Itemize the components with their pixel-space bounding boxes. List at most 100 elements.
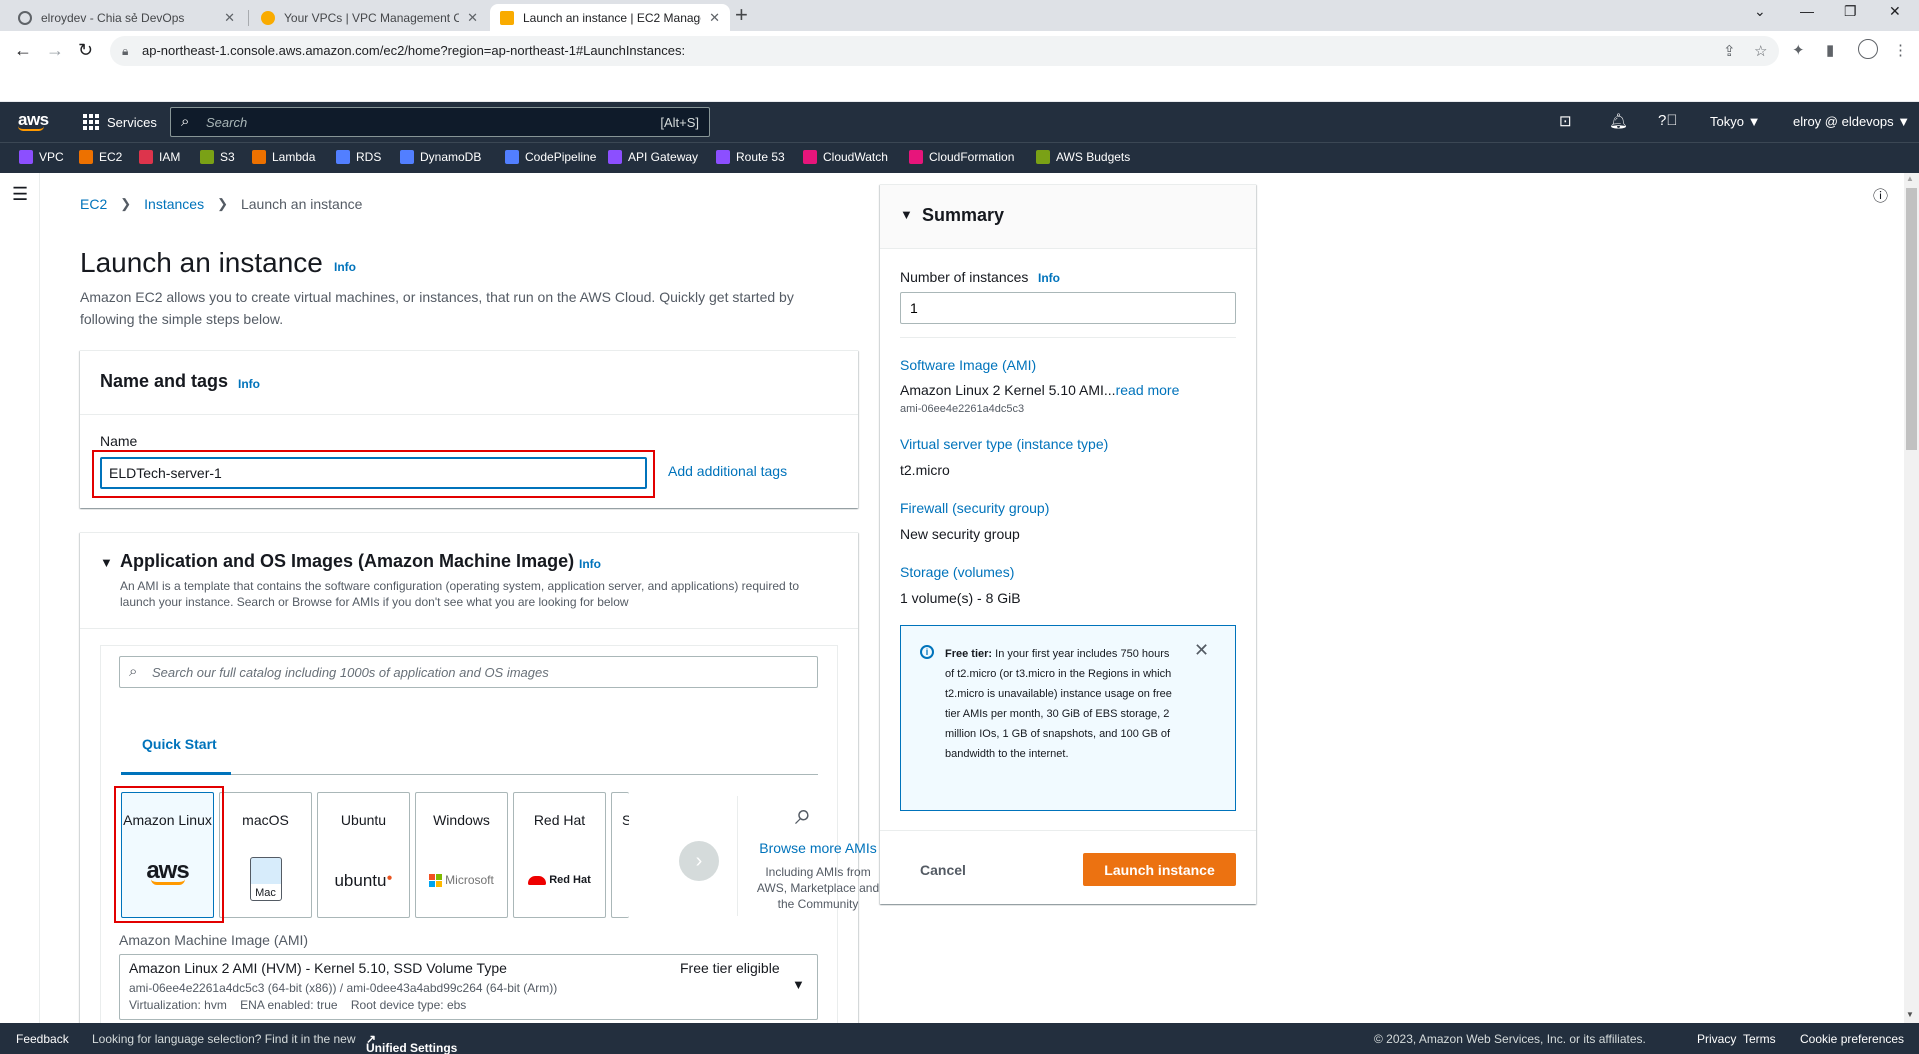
cookie-preferences-link[interactable]: Cookie preferences [1800,1032,1904,1046]
info-panel-icon[interactable]: ⓘ [1873,185,1888,206]
favorite-label: Lambda [272,150,316,164]
favorite-label: VPC [39,150,64,164]
scrollbar-thumb[interactable] [1906,188,1917,450]
ami-info-link[interactable]: Info [579,557,601,571]
chevron-right-icon[interactable]: › [679,841,719,881]
browse-more-amis-link[interactable]: Browse more AMIs [753,840,883,856]
breadcrumb-instances[interactable]: Instances [144,196,204,212]
mac-finder-icon: Mac [220,857,311,901]
favorite-codepipeline[interactable]: CodePipeline [505,150,596,164]
favorite-ec2[interactable]: EC2 [79,150,122,164]
ami-tile-macos[interactable]: macOS Mac [219,792,312,918]
account-menu[interactable]: elroy @ eldevops ▼ [1793,114,1910,129]
firewall-link[interactable]: Firewall (security group) [900,500,1049,516]
favorite-route-53[interactable]: Route 53 [716,150,785,164]
address-bar[interactable]: 🔒︎ ap-northeast-1.console.aws.amazon.com… [110,36,1779,66]
tab-quick-start[interactable]: Quick Start [142,736,217,752]
ami-tile-windows[interactable]: Windows Microsoft [415,792,508,918]
summary-header: ▼ Summary [880,185,1256,249]
panel-header: ▼ Application and OS Images (Amazon Mach… [80,533,858,629]
scroll-up-arrow-icon[interactable]: ▲ [1906,174,1914,183]
ami-selector-area: ⌕ Search our full catalog including 1000… [100,645,879,1045]
site-favicon-icon [18,10,32,25]
extensions-icon[interactable]: ✦ [1792,41,1805,59]
forward-icon[interactable]: → [46,40,64,61]
favorite-vpc[interactable]: VPC [19,150,64,164]
region-selector[interactable]: Tokyo ▼ [1710,114,1760,129]
search-icon: ⌕ [129,663,138,680]
close-tab-icon[interactable]: ✕ [709,10,720,26]
lock-icon[interactable]: 🔒︎ [122,44,128,59]
cloudshell-icon[interactable]: ⊡ [1559,112,1572,130]
sidepanel-icon[interactable]: ▮ [1826,41,1834,59]
service-icon [252,150,266,164]
favorite-lambda[interactable]: Lambda [252,150,315,164]
launch-instance-button[interactable]: Launch instance [1083,853,1236,886]
favorite-cloudformation[interactable]: CloudFormation [909,150,1014,164]
browser-tab[interactable]: elroydev - Chia sẻ DevOps ✕ [8,4,245,31]
instances-info-link[interactable]: Info [1038,271,1060,285]
console-search-input[interactable]: ⌕ Search [Alt+S] [170,107,710,137]
help-icon[interactable]: ?⃝ [1658,112,1678,129]
add-additional-tags-link[interactable]: Add additional tags [668,463,787,479]
read-more-link[interactable]: read more [1116,382,1180,398]
ami-tile-red-hat[interactable]: Red Hat Red Hat [513,792,606,918]
name-tags-info-link[interactable]: Info [238,377,260,391]
ami-tile-ubuntu[interactable]: Ubuntu ubuntu● [317,792,410,918]
favorite-api-gateway[interactable]: API Gateway [608,150,698,164]
panel-header: Name and tags Info [80,351,858,415]
browser-tab-active[interactable]: Launch an instance | EC2 Manage ✕ [490,4,730,31]
close-icon[interactable]: ✕ [1194,640,1209,661]
back-icon[interactable]: ← [14,40,32,61]
favorite-rds[interactable]: RDS [336,150,381,164]
unified-settings-link[interactable]: Unified Settings ↗ [366,1032,457,1054]
favorite-aws-budgets[interactable]: AWS Budgets [1036,150,1130,164]
aws-logo[interactable]: aws [18,110,49,131]
favorite-iam[interactable]: IAM [139,150,180,164]
console-footer: Feedback Looking for language selection?… [0,1023,1919,1054]
maximize-icon[interactable]: ❐ [1844,3,1857,20]
favorite-dynamodb[interactable]: DynamoDB [400,150,481,164]
tab-search-icon[interactable]: ⌄ [1754,3,1766,20]
firewall-value: New security group [900,526,1020,542]
terms-link[interactable]: Terms [1743,1032,1776,1046]
privacy-link[interactable]: Privacy [1697,1032,1736,1046]
ami-search-input[interactable]: ⌕ Search our full catalog including 1000… [119,656,818,688]
favorite-label: Route 53 [736,150,785,164]
scroll-down-arrow-icon[interactable]: ▼ [1906,1010,1914,1019]
browser-tab[interactable]: Your VPCs | VPC Management Co ✕ [251,4,488,31]
breadcrumb-ec2[interactable]: EC2 [80,196,107,212]
close-tab-icon[interactable]: ✕ [467,10,478,26]
software-image-link[interactable]: Software Image (AMI) [900,357,1036,373]
ami-tile-partial[interactable]: S [611,792,629,918]
storage-link[interactable]: Storage (volumes) [900,564,1014,580]
site-favicon-icon [500,10,514,25]
close-window-icon[interactable]: ✕ [1889,3,1901,20]
aws-top-nav: aws Services ⌕ Search [Alt+S] ⊡ 🔔︎ ?⃝ To… [0,102,1919,142]
new-tab-icon[interactable]: + [735,2,748,28]
collapse-caret-icon[interactable]: ▼ [100,555,113,570]
bookmark-star-icon[interactable]: ☆ [1754,42,1767,60]
favorite-s3[interactable]: S3 [200,150,235,164]
ami-select-dropdown[interactable]: Amazon Linux 2 AMI (HVM) - Kernel 5.10, … [119,954,818,1020]
close-tab-icon[interactable]: ✕ [224,10,235,26]
minimize-icon[interactable]: — [1800,3,1814,19]
profile-avatar[interactable] [1858,39,1878,59]
share-icon[interactable]: ⇪ [1723,42,1736,60]
favorite-cloudwatch[interactable]: CloudWatch [803,150,888,164]
ami-panel: ▼ Application and OS Images (Amazon Mach… [80,532,879,1045]
feedback-link[interactable]: Feedback [16,1032,69,1046]
browser-menu-icon[interactable]: ⋮ [1893,41,1908,59]
services-menu-button[interactable]: Services [83,114,157,130]
instance-type-link[interactable]: Virtual server type (instance type) [900,436,1108,452]
collapse-caret-icon[interactable]: ▼ [900,207,913,222]
hamburger-menu-icon[interactable]: ☰ [12,184,28,205]
side-navigation-rail: ☰ [0,173,40,1023]
cancel-button[interactable]: Cancel [920,862,966,878]
reload-icon[interactable]: ↻ [78,40,93,61]
service-icon [1036,150,1050,164]
page-info-link[interactable]: Info [334,260,356,274]
notifications-bell-icon[interactable]: 🔔︎ [1609,112,1628,130]
number-of-instances-input[interactable] [900,292,1236,324]
favorite-label: API Gateway [628,150,699,164]
